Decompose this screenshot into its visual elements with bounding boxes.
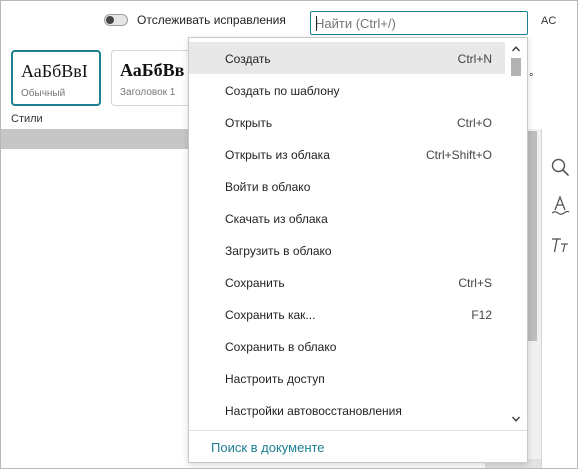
menu-item-label: Открыть xyxy=(225,116,273,130)
menu-item-shortcut: Ctrl+Shift+O xyxy=(425,148,492,162)
menu-item-upload-to-cloud[interactable]: Загрузить в облако xyxy=(189,234,505,266)
style-caption: Обычный xyxy=(21,88,66,99)
menu-item-shortcut: Ctrl+S xyxy=(458,276,492,290)
toggle-knob xyxy=(106,16,114,24)
search-in-document-link[interactable]: Поиск в документе xyxy=(211,440,325,455)
ribbon-overflow-icon[interactable]: ° xyxy=(529,72,533,84)
search-box[interactable] xyxy=(310,11,528,35)
menu-item-shortcut: F12 xyxy=(471,308,492,322)
menu-scrollbar[interactable] xyxy=(509,42,523,426)
track-changes-label: Отслеживать исправления xyxy=(137,13,286,27)
style-sample: АаБбВвI xyxy=(21,61,88,81)
text-style-icon[interactable] xyxy=(550,195,570,215)
style-normal[interactable]: АаБбВвI Обычный xyxy=(11,50,101,106)
menu-item-create[interactable]: Создать Ctrl+N xyxy=(189,42,505,74)
menu-item-sign-in-cloud[interactable]: Войти в облако xyxy=(189,170,505,202)
menu-scrollbar-thumb[interactable] xyxy=(511,58,521,76)
menu-item-label: Создать по шаблону xyxy=(225,84,340,98)
menu-divider xyxy=(189,430,527,431)
file-menu-dropdown: Создать Ctrl+N Создать по шаблону Открыт… xyxy=(188,37,528,463)
search-icon[interactable] xyxy=(550,157,570,177)
document-scrollbar-thumb[interactable] xyxy=(528,131,537,341)
scroll-up-arrow-icon[interactable] xyxy=(511,44,521,54)
menu-item-save-as[interactable]: Сохранить как... F12 xyxy=(189,298,505,330)
menu-item-label: Сохранить xyxy=(225,276,285,290)
scroll-down-arrow-icon[interactable] xyxy=(511,414,521,424)
style-caption: Заголовок 1 xyxy=(120,87,176,98)
typography-icon[interactable] xyxy=(550,235,570,255)
user-avatar-initials[interactable]: AC xyxy=(541,15,556,27)
menu-item-save-to-cloud[interactable]: Сохранить в облако xyxy=(189,330,505,362)
menu-item-shortcut: Ctrl+O xyxy=(456,116,492,130)
menu-item-save[interactable]: Сохранить Ctrl+S xyxy=(189,266,505,298)
menu-item-label: Загрузить в облако xyxy=(225,244,332,258)
menu-item-download-from-cloud[interactable]: Скачать из облака xyxy=(189,202,505,234)
menu-item-label: Войти в облако xyxy=(225,180,311,194)
menu-item-label: Скачать из облака xyxy=(225,212,328,226)
menu-item-autorecovery-settings[interactable]: Настройки автовосстановления xyxy=(189,394,505,426)
menu-list: Создать Ctrl+N Создать по шаблону Открыт… xyxy=(189,42,506,426)
text-caret xyxy=(316,16,317,31)
menu-item-label: Настроить доступ xyxy=(225,372,325,386)
menu-item-label: Создать xyxy=(225,52,271,66)
menu-item-shortcut: Ctrl+N xyxy=(457,52,492,66)
menu-item-label: Открыть из облака xyxy=(225,148,330,162)
menu-item-configure-access[interactable]: Настроить доступ xyxy=(189,362,505,394)
style-sample: АаБбВв xyxy=(120,60,185,80)
menu-item-label: Сохранить как... xyxy=(225,308,316,322)
search-input[interactable] xyxy=(315,14,515,32)
app-window: Отслеживать исправления AC АаБбВвI Обычн… xyxy=(0,0,578,469)
track-changes-toggle[interactable] xyxy=(104,14,128,26)
menu-item-label: Сохранить в облако xyxy=(225,340,337,354)
right-sidebar xyxy=(541,129,577,468)
menu-item-open[interactable]: Открыть Ctrl+O xyxy=(189,106,505,138)
styles-group-label: Стили xyxy=(11,113,43,125)
menu-item-open-from-cloud[interactable]: Открыть из облака Ctrl+Shift+O xyxy=(189,138,505,170)
menu-item-create-from-template[interactable]: Создать по шаблону xyxy=(189,74,505,106)
menu-item-label: Настройки автовосстановления xyxy=(225,404,402,418)
style-heading-1[interactable]: АаБбВв Заголовок 1 xyxy=(111,50,191,106)
